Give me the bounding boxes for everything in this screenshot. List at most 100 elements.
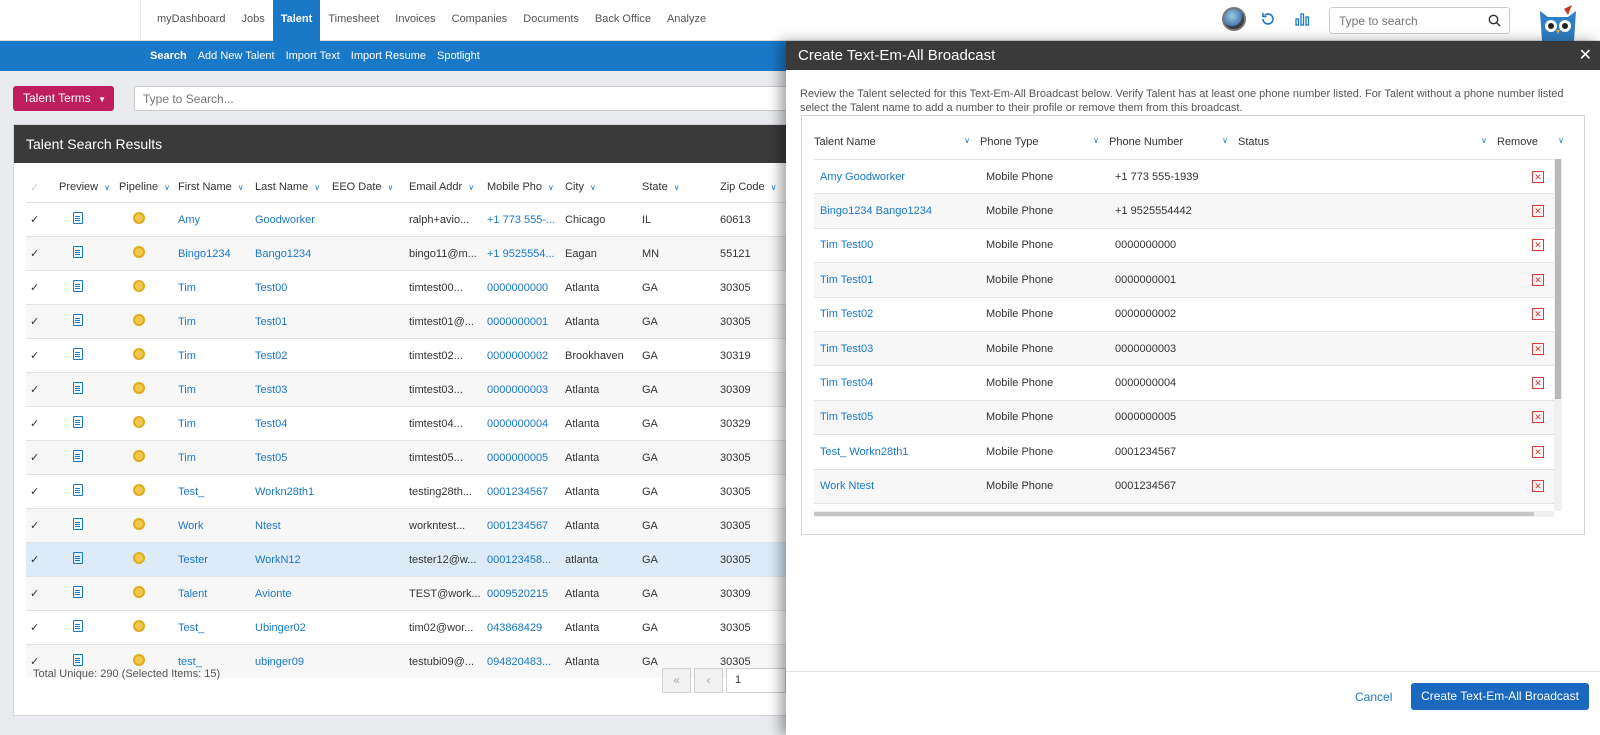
pipeline-icon[interactable] [133,552,145,564]
nav-item-jobs[interactable]: Jobs [233,0,272,41]
document-icon[interactable] [73,314,83,326]
select-all-checkbox[interactable]: ✓ [26,181,55,194]
col-email[interactable]: Email Addr ∨ [405,181,483,193]
last-name-link[interactable]: Bango1234 [251,248,328,260]
bar-chart-icon[interactable] [1290,7,1314,31]
last-name-link[interactable]: Avionte [251,588,328,600]
document-icon[interactable] [73,552,83,564]
mobile-phone-link[interactable]: 0000000000 [483,282,561,294]
pipeline-icon[interactable] [133,348,145,360]
nav-item-back-office[interactable]: Back Office [587,0,659,41]
last-name-link[interactable]: Workn28th1 [251,486,328,498]
mobile-phone-link[interactable]: 000123458... [483,554,561,566]
mobile-phone-link[interactable]: 0000000005 [483,452,561,464]
col-phone-type[interactable]: Phone Type ∨ [980,136,1109,148]
table-row[interactable]: ✓ Tim Test01 timtest01@... 0000000001 Atlanta… [26,304,804,338]
mobile-phone-link[interactable]: 0001234567 [483,520,561,532]
last-name-link[interactable]: Test02 [251,350,328,362]
check-icon[interactable]: ✓ [30,656,39,668]
first-name-link[interactable]: Tim [174,384,251,396]
table-row[interactable]: ✓ Amy Goodworker ralph+avio... +1 773 555-..… [26,202,804,236]
check-icon[interactable]: ✓ [30,418,39,430]
last-name-link[interactable]: Test05 [251,452,328,464]
subnav-add-new-talent[interactable]: Add New Talent [198,41,275,71]
nav-item-documents[interactable]: Documents [515,0,587,41]
talent-name-link[interactable]: Bingo1234 Bango1234 [814,205,980,217]
talent-name-link[interactable]: Tim Test05 [814,411,980,423]
last-name-link[interactable]: Ubinger02 [251,622,328,634]
check-icon[interactable]: ✓ [30,282,39,294]
last-name-link[interactable]: WorkN12 [251,554,328,566]
cancel-button[interactable]: Cancel [1355,690,1392,704]
col-talent-name[interactable]: Talent Name ∨ [814,136,980,148]
col-city[interactable]: City ∨ [561,181,638,193]
pipeline-icon[interactable] [133,484,145,496]
nav-item-invoices[interactable]: Invoices [387,0,443,41]
document-icon[interactable] [73,654,83,666]
table-row[interactable]: ✓ Test_ Ubinger02 tim02@wor... 043868429 Atla… [26,610,804,644]
first-name-link[interactable]: test_ [174,656,251,668]
table-row[interactable]: ✓ Test_ Workn28th1 testing28th... 0001234567… [26,474,804,508]
pipeline-icon[interactable] [133,450,145,462]
table-row[interactable]: ✓ Bingo1234 Bango1234 bingo11@m... +1 952555… [26,236,804,270]
nav-item-analyze[interactable]: Analyze [659,0,714,41]
talent-search-input[interactable] [135,87,793,110]
table-row[interactable]: ✓ Tim Test03 timtest03... 0000000003 Atlanta G… [26,372,804,406]
remove-icon[interactable]: ✕ [1532,377,1544,390]
first-name-link[interactable]: Amy [174,214,251,226]
search-icon[interactable] [1488,14,1501,30]
table-row[interactable]: ✓ Tester WorkN12 tester12@w... 000123458... a… [26,542,804,576]
pipeline-icon[interactable] [133,416,145,428]
table-row[interactable]: ✓ Talent Avionte TEST@work... 0009520215 Atla… [26,576,804,610]
mobile-phone-link[interactable]: 094820483... [483,656,561,668]
check-icon[interactable]: ✓ [30,248,39,260]
last-name-link[interactable]: ubinger09 [251,656,328,668]
first-name-link[interactable]: Tester [174,554,251,566]
first-name-link[interactable]: Tim [174,418,251,430]
create-broadcast-button[interactable]: Create Text-Em-All Broadcast [1411,683,1589,710]
check-icon[interactable]: ✓ [30,384,39,396]
remove-icon[interactable]: ✕ [1532,445,1544,458]
col-status[interactable]: Status ∨ [1238,136,1497,148]
subnav-spotlight[interactable]: Spotlight [437,41,480,71]
remove-icon[interactable]: ✕ [1532,273,1544,286]
document-icon[interactable] [73,450,83,462]
remove-icon[interactable]: ✕ [1532,170,1544,183]
mobile-phone-link[interactable]: 0001234567 [483,486,561,498]
check-icon[interactable]: ✓ [30,452,39,464]
pipeline-icon[interactable] [133,620,145,632]
pipeline-icon[interactable] [133,246,145,258]
talent-name-link[interactable]: Tim Test03 [814,343,980,355]
table-row[interactable]: ✓ Tim Test00 timtest00... 0000000000 Atlanta G… [26,270,804,304]
check-icon[interactable]: ✓ [30,622,39,634]
first-name-link[interactable]: Tim [174,282,251,294]
col-last-name[interactable]: Last Name ∨ [251,181,328,193]
horizontal-scrollbar[interactable] [814,511,1554,517]
last-name-link[interactable]: Test03 [251,384,328,396]
owl-mascot-avatar[interactable] [1534,5,1582,41]
mobile-phone-link[interactable]: +1 9525554... [483,248,561,260]
check-icon[interactable]: ✓ [30,554,39,566]
check-icon[interactable]: ✓ [30,214,39,226]
last-name-link[interactable]: Test04 [251,418,328,430]
mobile-phone-link[interactable]: 0009520215 [483,588,561,600]
document-icon[interactable] [73,416,83,428]
subnav-import-resume[interactable]: Import Resume [351,41,426,71]
globe-icon[interactable] [1222,7,1246,31]
global-search-input[interactable] [1330,8,1480,33]
document-icon[interactable] [73,620,83,632]
first-name-link[interactable]: Tim [174,452,251,464]
table-row[interactable]: ✓ Tim Test04 timtest04... 0000000004 Atlanta G… [26,406,804,440]
nav-item-mydashboard[interactable]: myDashboard [149,0,233,41]
nav-item-talent[interactable]: Talent [272,0,321,41]
talent-name-link[interactable]: Tim Test01 [814,274,980,286]
pipeline-icon[interactable] [133,654,145,666]
last-name-link[interactable]: Goodworker [251,214,328,226]
document-icon[interactable] [73,280,83,292]
table-row[interactable]: ✓ Work Ntest workntest... 0001234567 Atlanta G… [26,508,804,542]
remove-icon[interactable]: ✕ [1532,308,1544,321]
col-remove[interactable]: Remove ∨ [1497,136,1564,148]
talent-name-link[interactable]: Amy Goodworker [814,171,980,183]
pipeline-icon[interactable] [133,314,145,326]
remove-icon[interactable]: ✕ [1532,342,1544,355]
